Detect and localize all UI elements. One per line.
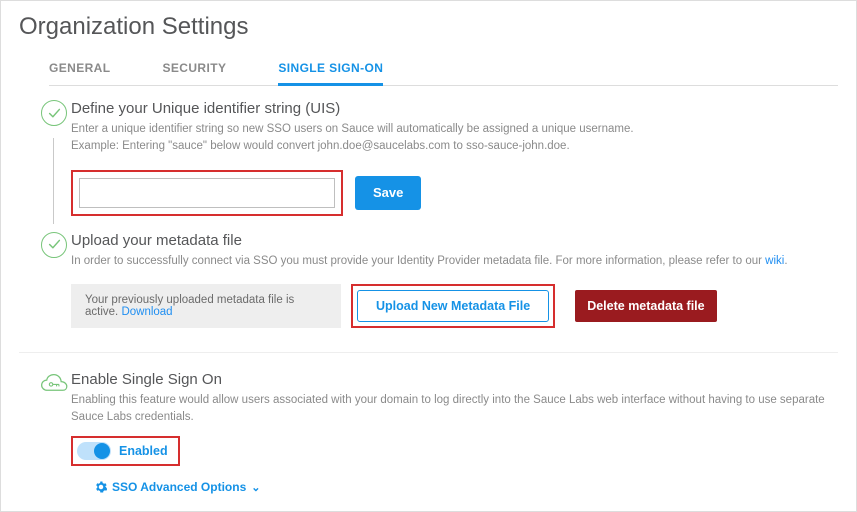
tab-security[interactable]: SECURITY xyxy=(162,51,226,85)
tab-single-sign-on[interactable]: SINGLE SIGN-ON xyxy=(278,51,383,85)
toggle-label: Enabled xyxy=(119,444,168,458)
section-uis: Define your Unique identifier string (UI… xyxy=(19,86,838,226)
page-title: Organization Settings xyxy=(19,13,838,41)
metadata-status: Your previously uploaded metadata file i… xyxy=(71,284,341,328)
chevron-down-icon: ⌄ xyxy=(251,481,260,494)
uis-input-highlight xyxy=(71,170,343,216)
enable-sso-help: Enabling this feature would allow users … xyxy=(71,392,832,427)
check-icon xyxy=(41,100,67,126)
tab-general[interactable]: GENERAL xyxy=(49,51,110,85)
tabs: GENERAL SECURITY SINGLE SIGN-ON xyxy=(49,51,838,86)
section-enable-sso: Enable Single Sign On Enabling this feat… xyxy=(19,353,838,507)
metadata-heading: Upload your metadata file xyxy=(71,232,832,249)
upload-new-metadata-button[interactable]: Upload New Metadata File xyxy=(357,290,549,322)
delete-metadata-button[interactable]: Delete metadata file xyxy=(575,290,716,322)
toggle-highlight: Enabled xyxy=(71,436,180,466)
uis-help-1: Enter a unique identifier string so new … xyxy=(71,121,832,138)
wiki-link[interactable]: wiki xyxy=(765,255,784,267)
uis-heading: Define your Unique identifier string (UI… xyxy=(71,100,832,117)
check-icon xyxy=(41,232,67,258)
section-metadata: Upload your metadata file In order to su… xyxy=(19,226,838,338)
cloud-key-icon xyxy=(39,373,71,395)
enable-sso-toggle[interactable] xyxy=(77,442,111,460)
sso-advanced-options-link[interactable]: SSO Advanced Options ⌄ xyxy=(95,480,260,494)
enable-sso-heading: Enable Single Sign On xyxy=(71,371,832,388)
save-button[interactable]: Save xyxy=(355,176,421,210)
uis-help-2: Example: Entering "sauce" below would co… xyxy=(71,138,832,155)
upload-highlight: Upload New Metadata File xyxy=(351,284,555,328)
download-link[interactable]: Download xyxy=(121,306,172,318)
metadata-help: In order to successfully connect via SSO… xyxy=(71,253,832,270)
uis-input[interactable] xyxy=(79,178,335,208)
gear-icon xyxy=(95,481,107,493)
